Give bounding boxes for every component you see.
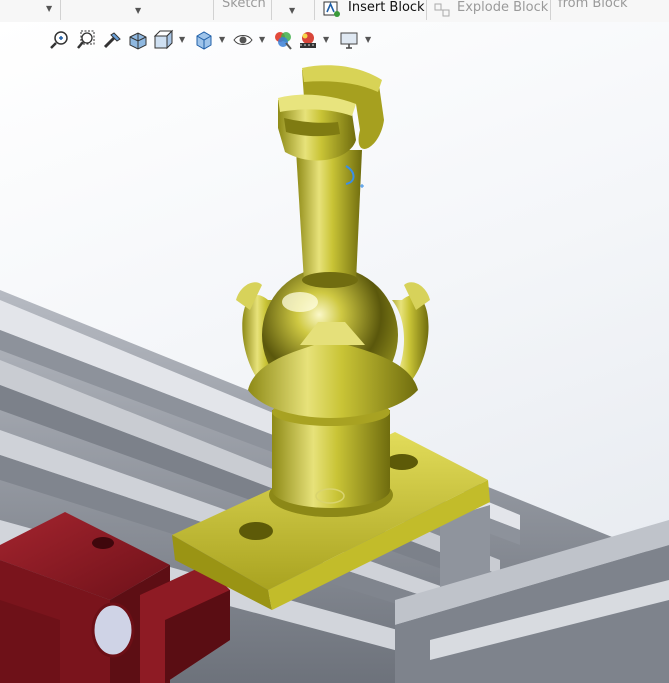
graphics-area[interactable] xyxy=(0,22,669,683)
zoom-to-area-icon[interactable] xyxy=(75,29,97,51)
display-style-icon[interactable] xyxy=(193,29,215,51)
explode-block-icon xyxy=(432,1,452,23)
hide-show-items-icon[interactable] xyxy=(232,29,254,51)
chevron-down-icon[interactable]: ▼ xyxy=(365,35,371,44)
ribbon-divider xyxy=(550,0,551,20)
heads-up-view-toolbar: ▼ ▼ ▼ ▼ ▼ xyxy=(0,24,669,54)
ribbon-divider xyxy=(213,0,214,20)
explode-block-button[interactable]: Explode Block xyxy=(457,0,548,21)
chevron-down-icon[interactable]: ▼ xyxy=(323,35,329,44)
insert-block-icon xyxy=(322,0,342,22)
sketch-button[interactable]: Sketch xyxy=(222,0,266,17)
command-manager-ribbon: ▼ ▼ Sketch ▼ Insert Block Explode Block … xyxy=(0,0,669,23)
chevron-down-icon[interactable]: ▼ xyxy=(289,6,295,15)
clip-head xyxy=(278,65,384,161)
insert-block-button[interactable]: Insert Block xyxy=(348,0,425,21)
edit-appearance-icon[interactable] xyxy=(272,29,294,51)
apply-scene-icon[interactable] xyxy=(297,29,319,51)
section-view-icon[interactable] xyxy=(127,29,149,51)
view-settings-icon[interactable] xyxy=(338,29,360,51)
ribbon-divider xyxy=(426,0,427,20)
ribbon-divider xyxy=(271,0,272,20)
ball-joint xyxy=(236,267,430,418)
ribbon-divider xyxy=(314,0,315,20)
zoom-to-fit-icon[interactable] xyxy=(49,29,71,51)
ribbon-divider xyxy=(60,0,61,20)
view-orientation-icon[interactable] xyxy=(152,29,174,51)
chevron-down-icon[interactable]: ▼ xyxy=(219,35,225,44)
chevron-down-icon[interactable]: ▼ xyxy=(259,35,265,44)
from-block-button[interactable]: from Block xyxy=(558,0,628,17)
previous-view-icon[interactable] xyxy=(101,29,123,51)
model-render xyxy=(0,65,669,683)
chevron-down-icon[interactable]: ▼ xyxy=(179,35,185,44)
chevron-down-icon[interactable]: ▼ xyxy=(46,4,52,13)
chevron-down-icon[interactable]: ▼ xyxy=(135,6,141,15)
